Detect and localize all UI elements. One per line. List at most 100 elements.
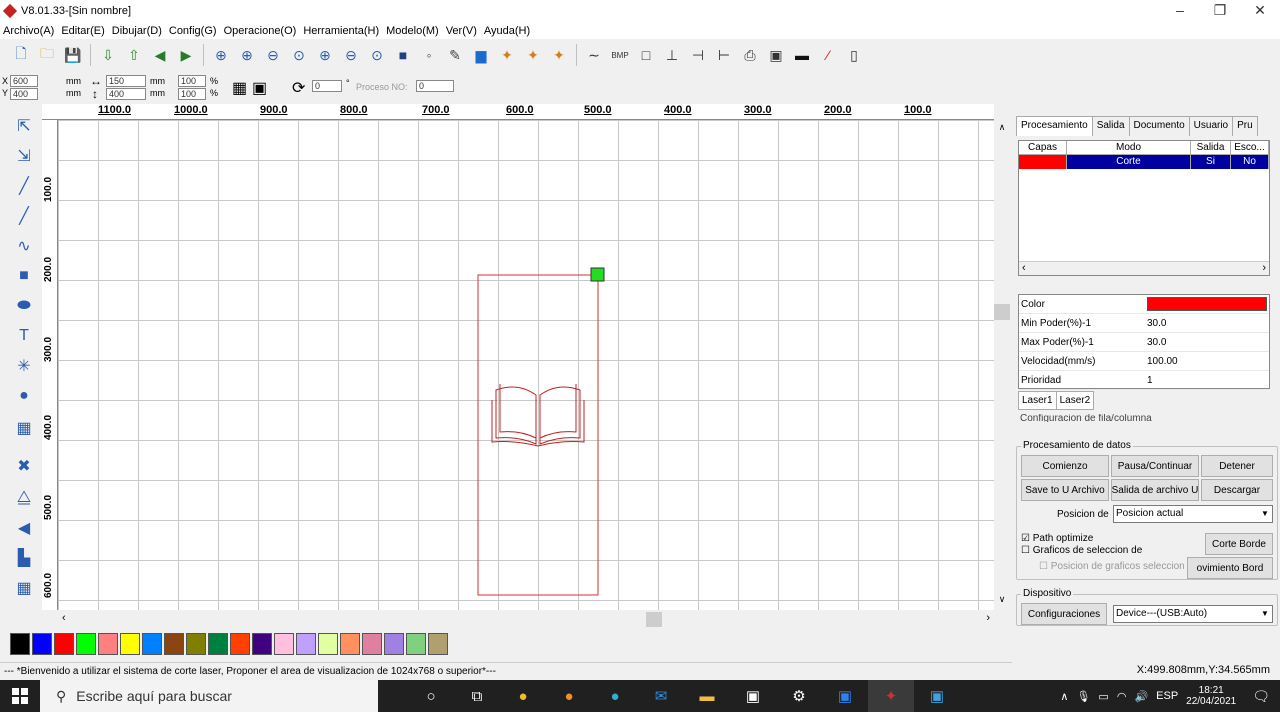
posicion-graficos-checkbox[interactable]: ☐ Posicion de graficos seleccionadc [1039,561,1185,572]
laser-app-taskbar-icon[interactable]: ✦ [868,680,914,712]
menu-dibujar[interactable]: Dibujar(D) [112,25,162,37]
zoom-select-icon[interactable]: ⊖ [340,44,362,66]
open-folder-icon[interactable]: 🗀 [36,44,58,66]
scroll-right-icon[interactable]: › [1262,262,1266,274]
color-swatch[interactable] [296,633,316,655]
volume-icon[interactable]: 🔊 [1134,690,1148,703]
notification-icon[interactable]: 🗨 [1252,688,1270,705]
scroll-up-icon[interactable]: ∧ [994,122,1010,133]
device-select[interactable]: Device---(USB:Auto) ▼ [1113,605,1273,623]
mirror-v-icon[interactable]: ◀ [12,516,36,540]
panel-icon[interactable]: ▯ [843,44,865,66]
color-swatch[interactable] [54,633,74,655]
color-swatch[interactable] [274,633,294,655]
menu-ayuda[interactable]: Ayuda(H) [484,25,530,37]
frame-icon[interactable]: ▣ [765,44,787,66]
color-swatch[interactable] [230,633,250,655]
color-swatch[interactable] [208,633,228,655]
import-icon[interactable]: ⇩ [97,44,119,66]
graficos-checkbox[interactable]: ☐ Graficos de seleccion de [1021,545,1142,556]
pause-button[interactable]: Pausa/Continuar [1111,455,1199,477]
proceso-input[interactable]: 0 [416,80,454,92]
tab-laser1[interactable]: Laser1 [1018,391,1057,410]
wifi-icon[interactable]: ◠ [1117,690,1127,703]
mirror-h-icon[interactable]: ⧋ [12,486,36,510]
node-icon[interactable]: ⊥ [661,44,683,66]
prop-color[interactable] [1145,297,1269,311]
laser-b-icon[interactable]: ✦ [522,44,544,66]
laser-pointer-icon[interactable]: ⁄ [817,44,839,66]
offset-icon[interactable]: ▙ [12,546,36,570]
edge-icon[interactable]: ● [592,680,638,712]
array-icon[interactable]: ▦ [12,576,36,600]
config-button[interactable]: Configuraciones [1021,603,1107,625]
bmp-icon[interactable]: BMP [609,44,631,66]
y-position-input[interactable]: 400 [10,88,38,100]
mirror-icon[interactable]: ▣ [252,78,267,98]
windows-start-icon[interactable] [0,680,40,712]
scroll-left-icon[interactable]: ‹ [62,612,66,624]
print-icon[interactable]: ⎙ [739,44,761,66]
movimiento-borde-button[interactable]: ovimiento Bord [1187,557,1273,579]
pen-icon[interactable]: ✎ [444,44,466,66]
clock[interactable]: 18:21 22/04/2021 [1186,685,1236,707]
zoom-prev-icon[interactable]: ⊙ [366,44,388,66]
monitor-icon[interactable]: ▆ [470,44,492,66]
canvas-horizontal-scrollbar[interactable]: ‹ › [58,612,994,627]
laser-c-icon[interactable]: ✦ [548,44,570,66]
color-swatch[interactable] [406,633,426,655]
zoom-in-icon[interactable]: ⊕ [236,44,258,66]
mail-icon[interactable]: ✉ [638,680,684,712]
rectangle-icon[interactable]: ■ [12,264,36,288]
download-button[interactable]: Descargar [1201,479,1273,501]
redo-icon[interactable]: ▶ [175,44,197,66]
scroll-left-icon[interactable]: ‹ [1022,262,1026,274]
scale-x-input[interactable]: 100 [178,75,206,87]
position-select[interactable]: Posicion actual ▼ [1113,505,1273,523]
close-button[interactable]: ✕ [1240,0,1280,22]
browser-icon[interactable]: ● [546,680,592,712]
zoom-out-icon[interactable]: ⊖ [262,44,284,66]
menu-ver[interactable]: Ver(V) [446,25,477,37]
tab-salida[interactable]: Salida [1091,116,1130,136]
prop-value[interactable]: 1 [1145,375,1269,386]
zoom-page-icon[interactable]: ⊕ [314,44,336,66]
tab-laser2[interactable]: Laser2 [1055,391,1095,410]
menu-modelo[interactable]: Modelo(M) [386,25,439,37]
prop-value[interactable]: 30.0 [1145,318,1269,329]
ellipse-icon[interactable]: ⬬ [12,294,36,318]
color-swatch[interactable] [98,633,118,655]
color-swatch[interactable] [76,633,96,655]
tab-usuario[interactable]: Usuario [1188,116,1234,136]
rect-icon[interactable]: □ [635,44,657,66]
start-button[interactable]: Comienzo [1021,455,1109,477]
color-swatch[interactable] [142,633,162,655]
save-icon[interactable]: 💾 [62,44,84,66]
rotate-icon[interactable]: ⟳ [292,78,305,98]
curve-tool-icon[interactable]: ∿ [12,234,36,258]
book-shape[interactable] [491,384,585,447]
scroll-thumb[interactable] [646,612,662,627]
path-optimize-checkbox[interactable]: ☑ Path optimize [1021,533,1093,544]
undo-icon[interactable]: ◀ [149,44,171,66]
rotate-input[interactable]: 0 [312,80,342,92]
tab-pru[interactable]: Pru [1232,116,1258,136]
dots-icon[interactable]: ◦ [418,44,440,66]
grid-array-icon[interactable]: ▦ [12,416,36,440]
minimize-button[interactable]: – [1160,0,1200,22]
language-indicator[interactable]: ESP [1156,690,1178,702]
color-swatch[interactable] [186,633,206,655]
height-input[interactable]: 400 [106,88,146,100]
scroll-down-icon[interactable]: ∨ [994,594,1010,605]
export-icon[interactable]: ⇧ [123,44,145,66]
layer-row[interactable]: Corte Si No [1019,155,1269,169]
align-icon[interactable]: ⊢ [713,44,735,66]
color-swatch[interactable] [384,633,404,655]
photos-icon[interactable]: ▣ [914,680,960,712]
menu-editar[interactable]: Editar(E) [61,25,104,37]
select-arrow-icon[interactable]: ⇱ [12,114,36,138]
chrome-icon[interactable]: ● [500,680,546,712]
menu-herramienta[interactable]: Herramienta(H) [303,25,379,37]
color-swatch[interactable] [340,633,360,655]
polyline-icon[interactable]: ╱ [12,204,36,228]
